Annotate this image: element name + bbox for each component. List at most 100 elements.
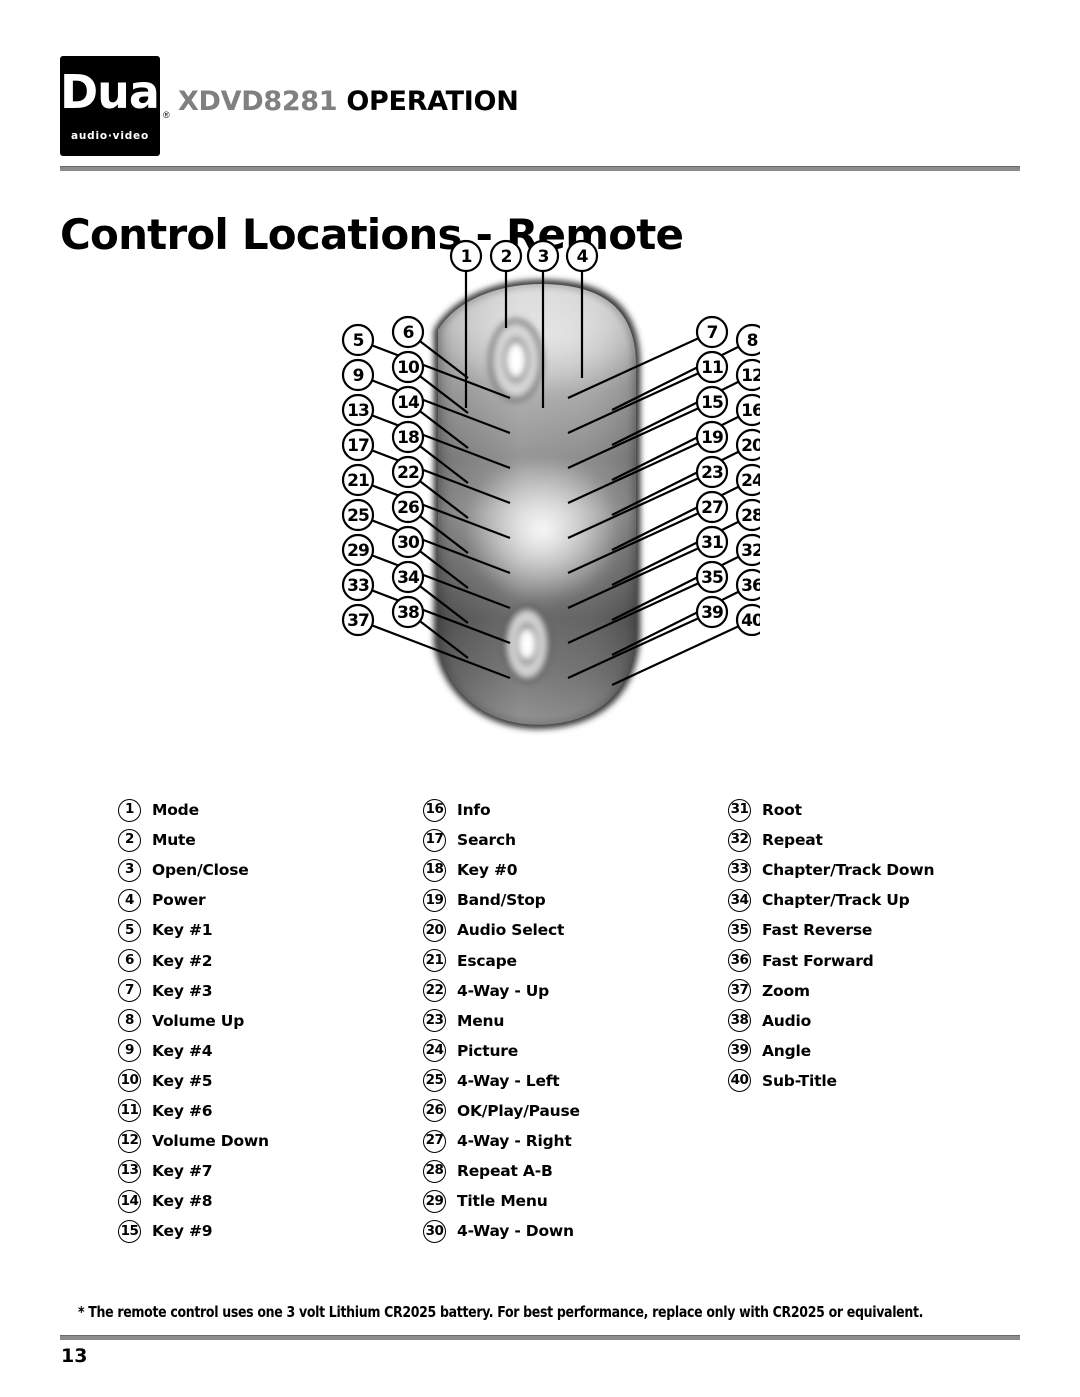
callout-27: 27: [695, 490, 729, 524]
legend-item-label: Volume Down: [152, 1132, 269, 1151]
legend-item: 28 Repeat A-B: [423, 1156, 728, 1186]
legend-item-label: Key #6: [152, 1101, 213, 1120]
legend-column-3: 31 Root 32 Repeat 33 Chapter/Track Down 34 Chap…: [728, 795, 1033, 1096]
legend-item-label: Escape: [457, 951, 517, 970]
legend-item-label: Band/Stop: [457, 891, 546, 910]
svg-text:39: 39: [701, 603, 723, 623]
callout-32: 32: [735, 533, 760, 567]
legend-item: 5 Key #1: [118, 915, 423, 945]
legend-item: 17 Search: [423, 825, 728, 855]
legend-item-label: Title Menu: [457, 1192, 548, 1211]
legend-item-label: 4-Way - Up: [457, 981, 550, 1000]
legend-item: 2 Mute: [118, 825, 423, 855]
legend-item: 32 Repeat: [728, 825, 1033, 855]
legend-item: 16 Info: [423, 795, 728, 825]
header-divider: [60, 166, 1020, 171]
svg-text:7: 7: [707, 323, 718, 343]
legend-item-number: 34: [728, 888, 751, 912]
callout-10: 10: [391, 350, 425, 384]
legend-item: 30 4-Way - Down: [423, 1216, 728, 1246]
dual-logo: Dual audio·video: [60, 56, 175, 156]
legend-item: 1 Mode: [118, 795, 423, 825]
svg-text:35: 35: [701, 568, 723, 588]
legend-item: 7 Key #3: [118, 976, 423, 1006]
legend-item-number: 7: [118, 979, 141, 1003]
svg-text:15: 15: [701, 393, 723, 413]
legend-item: 4 Power: [118, 885, 423, 915]
legend-item-number: 31: [728, 798, 751, 822]
callout-23: 23: [695, 455, 729, 489]
legend-item-number: 38: [728, 1009, 751, 1033]
callout-37: 37: [341, 603, 375, 637]
legend-item: 26 OK/Play/Pause: [423, 1096, 728, 1126]
legend-item-number: 37: [728, 979, 751, 1003]
svg-text:8: 8: [747, 331, 758, 351]
legend-item: 15 Key #9: [118, 1216, 423, 1246]
svg-text:26: 26: [397, 498, 419, 518]
callout-22: 22: [391, 455, 425, 489]
callout-11: 11: [695, 350, 729, 384]
callout-25: 25: [341, 498, 375, 532]
page-number: 13: [61, 1345, 88, 1367]
callout-2: 2: [489, 239, 523, 273]
legend-item: 38 Audio: [728, 1006, 1033, 1036]
legend-item-number: 5: [118, 918, 141, 942]
callout-8: 8: [735, 323, 760, 357]
legend-item: 22 4-Way - Up: [423, 976, 728, 1006]
svg-text:22: 22: [397, 463, 419, 483]
callout-1: 1: [449, 239, 483, 273]
legend-item: 19 Band/Stop: [423, 885, 728, 915]
legend-item-number: 36: [728, 949, 751, 973]
svg-text:30: 30: [397, 533, 420, 553]
legend-item-number: 10: [118, 1069, 141, 1093]
legend-item: 13 Key #7: [118, 1156, 423, 1186]
legend-item-label: Fast Reverse: [762, 921, 873, 940]
legend-item: 12 Volume Down: [118, 1126, 423, 1156]
callout-20: 20: [735, 428, 760, 462]
legend-item: 23 Menu: [423, 1006, 728, 1036]
callout-28: 28: [735, 498, 760, 532]
svg-text:29: 29: [347, 541, 369, 561]
legend-item-label: Audio: [762, 1011, 812, 1030]
legend-item: 34 Chapter/Track Up: [728, 885, 1033, 915]
remote-top-ring: [489, 319, 543, 401]
legend-item-label: Mute: [152, 831, 196, 850]
legend-item-label: Open/Close: [152, 861, 249, 880]
legend-item-number: 32: [728, 828, 751, 852]
legend-item-label: 4-Way - Right: [457, 1132, 572, 1151]
legend-item-label: Volume Up: [152, 1011, 245, 1030]
svg-text:40: 40: [741, 611, 760, 631]
svg-text:38: 38: [397, 603, 419, 623]
legend-item-label: Key #5: [152, 1071, 213, 1090]
legend-item-label: Key #0: [457, 861, 518, 880]
legend-item-label: Sub-Title: [762, 1071, 837, 1090]
callout-16: 16: [735, 393, 760, 427]
legend-column-1: 1 Mode 2 Mute 3 Open/Close 4 Power 5 Key #1 6 Key #…: [118, 795, 423, 1246]
svg-text:31: 31: [701, 533, 723, 553]
legend-item-label: Power: [152, 891, 206, 910]
legend-item-label: Key #2: [152, 951, 213, 970]
legend-item: 27 4-Way - Right: [423, 1126, 728, 1156]
control-legend: 1 Mode 2 Mute 3 Open/Close 4 Power 5 Key #1 6 Key #…: [118, 795, 1058, 1255]
legend-item: 9 Key #4: [118, 1036, 423, 1066]
legend-item-label: Chapter/Track Up: [762, 891, 910, 910]
callout-6: 6: [391, 315, 425, 349]
svg-text:1: 1: [461, 247, 472, 267]
legend-item-number: 8: [118, 1009, 141, 1033]
svg-text:5: 5: [353, 331, 364, 351]
logo-subtitle: audio·video: [71, 130, 149, 142]
legend-item-label: Angle: [762, 1041, 811, 1060]
battery-footnote: * The remote control uses one 3 volt Lit…: [78, 1303, 924, 1321]
legend-item: 8 Volume Up: [118, 1006, 423, 1036]
callout-17: 17: [341, 428, 375, 462]
legend-item: 31 Root: [728, 795, 1033, 825]
logo-wordmark: Dual: [60, 65, 175, 119]
svg-text:18: 18: [397, 428, 419, 448]
header-section-name: OPERATION: [346, 86, 519, 117]
legend-item: 14 Key #8: [118, 1186, 423, 1216]
legend-item-number: 2: [118, 828, 141, 852]
legend-item-label: Info: [457, 801, 491, 820]
svg-text:37: 37: [347, 611, 369, 631]
svg-text:21: 21: [347, 471, 369, 491]
legend-item-number: 21: [423, 949, 446, 973]
